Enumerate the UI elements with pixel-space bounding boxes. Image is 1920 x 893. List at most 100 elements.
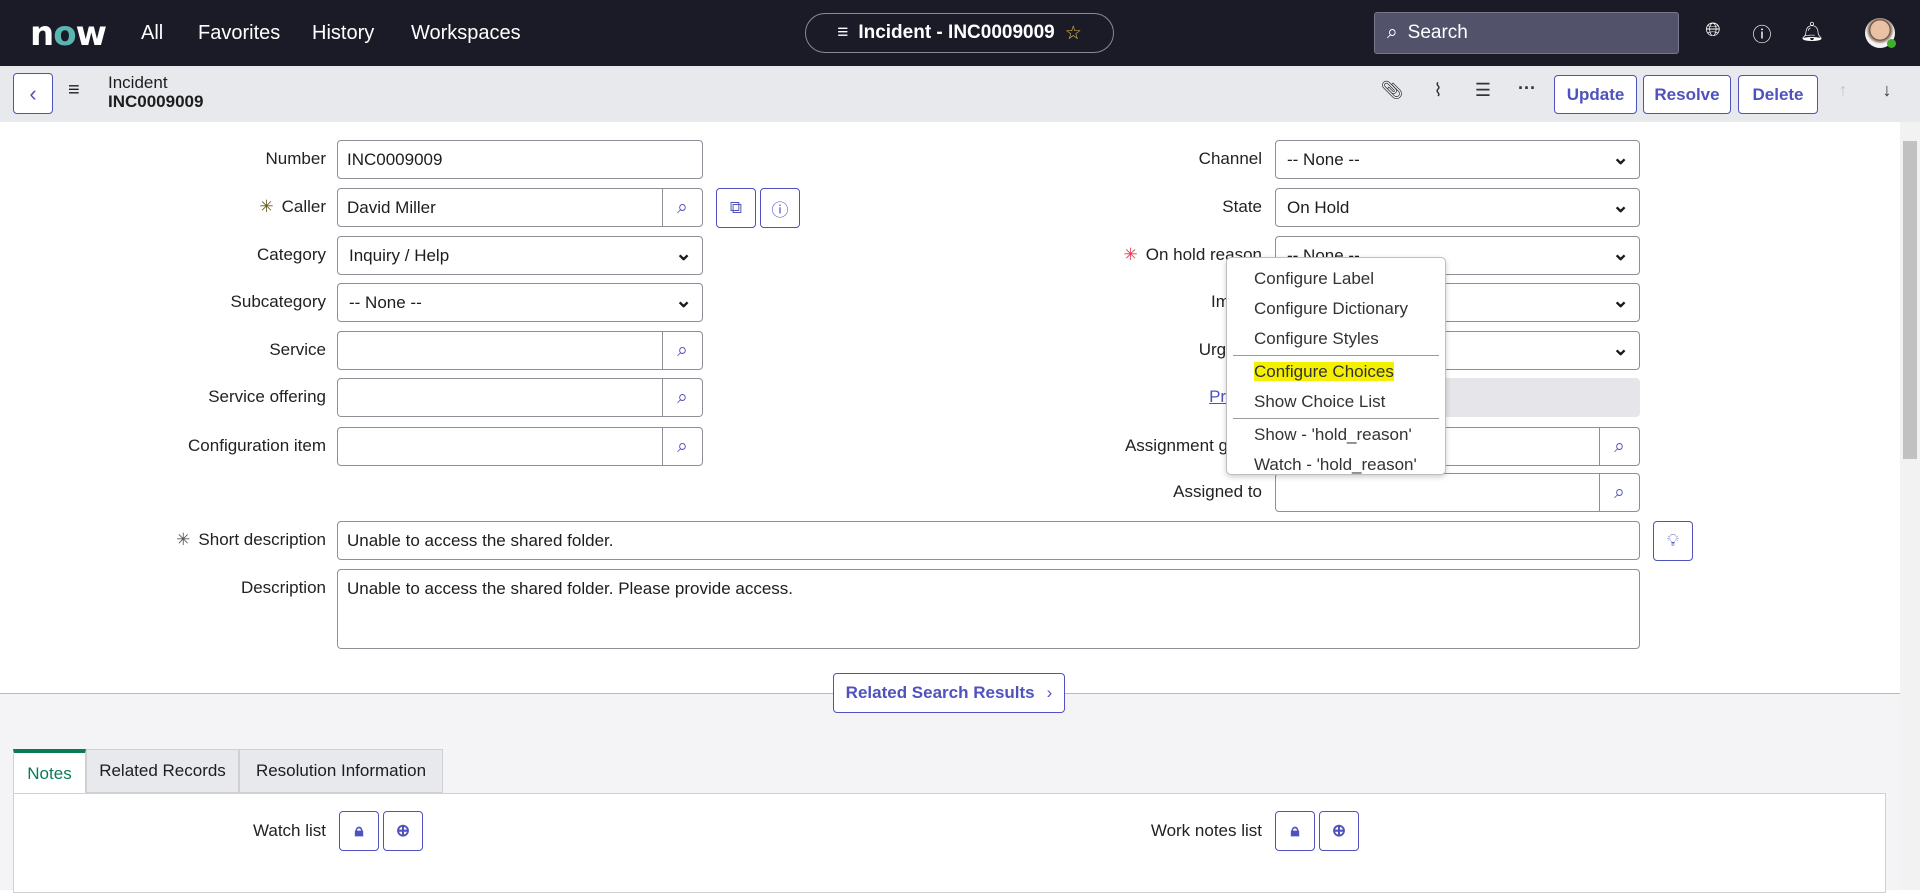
urgency-label: Urgency — [962, 340, 1262, 360]
menu-show-choice-list[interactable]: Show Choice List — [1227, 387, 1445, 417]
update-button[interactable]: Update — [1554, 75, 1637, 114]
menu-configure-choices[interactable]: Configure Choices — [1227, 357, 1445, 387]
context-title-pill[interactable]: ≡ Incident - INC0009009 ☆ — [805, 13, 1114, 53]
bell-icon[interactable]: 🔔︎ — [1799, 20, 1825, 46]
service-offering-input[interactable]: ⌕ — [337, 378, 703, 417]
field-value: On Hold — [1287, 197, 1350, 217]
description-label: Description — [240, 578, 326, 597]
list-icon: ≡ — [837, 22, 849, 43]
lightbulb-icon[interactable]: 💡︎ — [1653, 521, 1693, 561]
number-label: Number — [26, 149, 326, 169]
form-record-number: INC0009009 — [108, 92, 204, 111]
personalize-sliders-icon[interactable]: ☰ — [1471, 80, 1495, 101]
caller-input[interactable]: David Miller ⌕ — [337, 188, 703, 227]
work-notes-lock-icon[interactable]: 🔒︎ — [1275, 811, 1315, 851]
help-icon[interactable]: ⓘ — [1749, 20, 1775, 46]
service-input[interactable]: ⌕ — [337, 331, 703, 370]
back-button[interactable]: ‹ — [13, 73, 53, 114]
short-description-label: ✳ Short description — [176, 530, 326, 549]
service-label: Service — [26, 340, 326, 360]
required-icon: ✳ — [259, 197, 274, 216]
channel-label: Channel — [962, 149, 1262, 169]
caller-info-icon[interactable]: ⓘ — [760, 188, 800, 228]
label-text: Configuration item — [188, 436, 326, 455]
priority-label: Priority — [962, 387, 1262, 407]
add-watcher-icon[interactable]: ⊕ — [383, 811, 423, 851]
menu-configure-styles[interactable]: Configure Styles — [1227, 324, 1445, 354]
add-work-notes-user-icon[interactable]: ⊕ — [1319, 811, 1359, 851]
form-table-name: Incident — [108, 73, 168, 92]
nav-workspaces[interactable]: Workspaces — [411, 22, 521, 45]
search-icon: ⌕ — [1387, 22, 1398, 43]
state-select[interactable]: On Hold — [1275, 188, 1640, 227]
context-title: Incident - INC0009009 — [858, 22, 1055, 43]
menu-configure-dictionary[interactable]: Configure Dictionary — [1227, 294, 1445, 324]
star-icon[interactable]: ☆ — [1065, 22, 1082, 45]
lookup-search-icon[interactable]: ⌕ — [1599, 428, 1639, 465]
field-value: Inquiry / Help — [349, 245, 450, 265]
label-text: Category — [257, 245, 326, 264]
globe-icon[interactable]: 🌐︎ — [1700, 20, 1726, 46]
configuration-item-input[interactable]: ⌕ — [337, 427, 703, 466]
lookup-search-icon[interactable]: ⌕ — [1599, 474, 1639, 511]
impact-label: Impact — [962, 292, 1262, 312]
form-menu-icon[interactable]: ≡ — [68, 79, 80, 102]
lookup-search-icon[interactable]: ⌕ — [662, 332, 702, 369]
channel-select[interactable]: -- None -- — [1275, 140, 1640, 179]
number-input[interactable]: INC0009009 — [337, 140, 703, 179]
nav-favorites[interactable]: Favorites — [198, 22, 280, 45]
show-related-incidents-icon[interactable]: ⧉ — [716, 188, 756, 228]
subcategory-select[interactable]: -- None -- — [337, 283, 703, 322]
servicenow-logo[interactable]: now — [30, 14, 107, 54]
tab-related-records[interactable]: Related Records — [86, 749, 239, 793]
tab-notes[interactable]: Notes — [13, 749, 86, 795]
menu-show-hold-reason[interactable]: Show - 'hold_reason' — [1227, 420, 1445, 450]
on-hold-reason-label: ✳ On hold reason — [962, 245, 1263, 265]
work-notes-list-label: Work notes list — [1150, 821, 1262, 840]
watch-list-lock-icon[interactable]: 🔒︎ — [339, 811, 379, 851]
search-placeholder: Search — [1407, 22, 1468, 43]
menu-divider — [1233, 355, 1439, 356]
label-text: Number — [265, 149, 326, 168]
global-search[interactable]: ⌕ Search — [1374, 12, 1679, 54]
activity-icon[interactable]: ⌇ — [1426, 80, 1450, 101]
required-icon: ✳ — [1123, 245, 1138, 264]
top-navigation-bar: now All Favorites History Workspaces ≡ I… — [0, 0, 1920, 66]
attachment-icon[interactable]: 📎︎ — [1380, 80, 1404, 101]
assigned-to-label: Assigned to — [962, 482, 1262, 502]
caller-label: ✳ Caller — [26, 197, 326, 217]
state-label: State — [962, 197, 1262, 217]
configuration-item-label: Configuration item — [26, 436, 326, 456]
label-text: Caller — [281, 197, 326, 216]
next-record-arrow-icon[interactable]: ↓ — [1875, 80, 1899, 101]
category-select[interactable]: Inquiry / Help — [337, 236, 703, 275]
label-text: Service offering — [208, 387, 326, 406]
lookup-search-icon[interactable]: ⌕ — [662, 189, 702, 226]
label-text: Assigned to — [1173, 482, 1262, 501]
delete-button[interactable]: Delete — [1738, 75, 1818, 114]
field-value: -- None -- — [1287, 149, 1360, 169]
menu-watch-hold-reason[interactable]: Watch - 'hold_reason' — [1227, 450, 1445, 480]
nav-all[interactable]: All — [141, 22, 163, 45]
assignment-group-label: Assignment group — [962, 436, 1262, 456]
lookup-search-icon[interactable]: ⌕ — [662, 428, 702, 465]
previous-record-arrow-icon[interactable]: ↑ — [1831, 80, 1855, 101]
field-value: -- None -- — [349, 292, 422, 312]
field-value: INC0009009 — [347, 149, 443, 169]
resolve-button[interactable]: Resolve — [1643, 75, 1731, 114]
form-header: ‹ ≡ Incident INC0009009 📎︎ ⌇ ☰ ··· Updat… — [0, 66, 1920, 122]
label-text: Service — [269, 340, 326, 359]
scrollbar-thumb[interactable] — [1903, 141, 1917, 459]
nav-history[interactable]: History — [312, 22, 374, 45]
short-description-input[interactable]: Unable to access the shared folder. — [337, 521, 1640, 560]
subcategory-label: Subcategory — [26, 292, 326, 312]
tab-resolution-information[interactable]: Resolution Information — [239, 749, 443, 793]
field-value: David Miller — [347, 197, 436, 217]
presence-indicator — [1887, 39, 1896, 48]
menu-divider — [1233, 418, 1439, 419]
related-search-results-button[interactable]: Related Search Results › — [833, 673, 1065, 713]
description-textarea[interactable]: Unable to access the shared folder. Plea… — [337, 569, 1640, 649]
menu-configure-label[interactable]: Configure Label — [1227, 264, 1445, 294]
lookup-search-icon[interactable]: ⌕ — [662, 379, 702, 416]
more-options-icon[interactable]: ··· — [1515, 78, 1539, 99]
